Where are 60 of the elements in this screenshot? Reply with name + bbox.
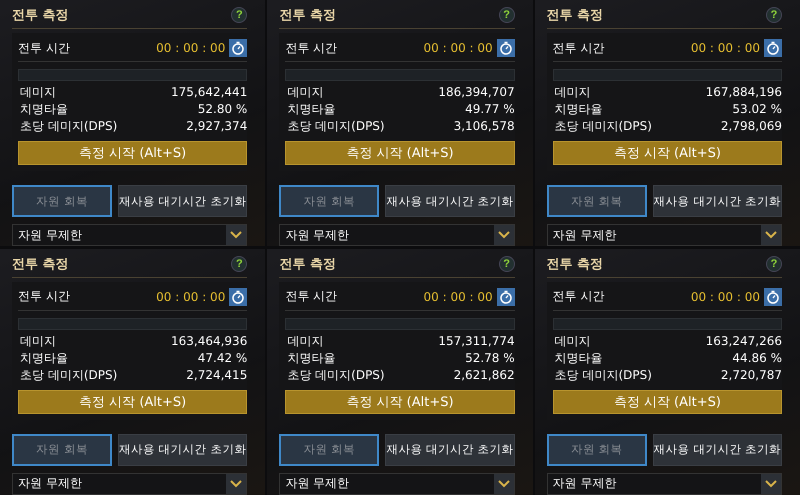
panel-title: 전투 측정: [279, 7, 336, 24]
time-label: 전투 시간: [18, 40, 71, 56]
stat-label: 초당 데미지(DPS): [287, 118, 385, 135]
time-label: 전투 시간: [285, 40, 338, 56]
stat-label: 데미지: [20, 84, 56, 101]
stat-label: 초당 데미지(DPS): [20, 118, 118, 135]
stat-value: 186,394,707: [438, 84, 515, 101]
dropdown-value: 자원 무제한: [18, 475, 82, 492]
stat-label: 치명타율: [287, 350, 336, 366]
panel-title: 전투 측정: [279, 256, 336, 272]
stat-value: 47.42 %: [198, 350, 248, 366]
timer-value: 00 : 00 : 00: [156, 41, 226, 55]
stat-value: 2,798,069: [720, 118, 782, 135]
stat-value: 52.80 %: [198, 101, 248, 118]
stat-label: 데미지: [554, 84, 591, 101]
stat-label: 치명타율: [20, 101, 68, 118]
stat-label: 초당 데미지(DPS): [554, 118, 652, 135]
panel-title: 전투 측정: [546, 256, 604, 272]
stat-label: 데미지: [554, 332, 591, 350]
stat-value: 2,621,862: [454, 366, 515, 384]
stat-value: 2,724,415: [186, 366, 248, 384]
dropdown-value: 자원 무제한: [18, 226, 82, 244]
stat-label: 초당 데미지(DPS): [20, 366, 118, 384]
stat-value: 44.86 %: [732, 350, 782, 366]
stat-label: 데미지: [20, 332, 56, 350]
time-label: 전투 시간: [552, 288, 606, 305]
stat-value: 175,642,441: [170, 84, 248, 101]
stat-value: 167,884,196: [706, 84, 782, 101]
stat-value: 52.78 %: [465, 350, 515, 366]
stat-label: 데미지: [287, 84, 324, 101]
stat-value: 157,311,774: [438, 332, 515, 350]
dropdown-value: 자원 무제한: [285, 226, 350, 244]
timer-value: 00 : 00 : 00: [690, 290, 760, 304]
stat-value: 2,927,374: [186, 118, 248, 135]
stat-value: 49.77 %: [465, 101, 515, 118]
stat-label: 치명타율: [554, 350, 603, 366]
dropdown-value: 자원 무제한: [285, 475, 350, 492]
stat-label: 치명타율: [20, 350, 68, 366]
timer-value: 00 : 00 : 00: [156, 290, 226, 304]
dropdown-value: 자원 무제한: [552, 475, 616, 492]
stat-value: 53.02 %: [732, 101, 782, 118]
stat-value: 163,464,936: [170, 332, 248, 350]
time-label: 전투 시간: [285, 288, 338, 305]
stat-value: 2,720,787: [720, 366, 782, 384]
stat-label: 초당 데미지(DPS): [287, 366, 385, 384]
panel-title: 전투 측정: [12, 256, 69, 272]
stat-label: 치명타율: [287, 101, 336, 118]
time-label: 전투 시간: [18, 288, 71, 305]
timer-value: 00 : 00 : 00: [424, 290, 493, 304]
timer-value: 00 : 00 : 00: [690, 41, 760, 55]
stat-label: 치명타율: [554, 101, 603, 118]
panel-title: 전투 측정: [546, 7, 604, 24]
time-label: 전투 시간: [552, 40, 606, 56]
timer-value: 00 : 00 : 00: [424, 41, 493, 55]
stat-label: 데미지: [287, 332, 324, 350]
stat-value: 3,106,578: [454, 118, 515, 135]
panel-title: 전투 측정: [12, 7, 69, 24]
dropdown-value: 자원 무제한: [552, 226, 616, 244]
stat-value: 163,247,266: [706, 332, 782, 350]
stat-label: 초당 데미지(DPS): [554, 366, 652, 384]
